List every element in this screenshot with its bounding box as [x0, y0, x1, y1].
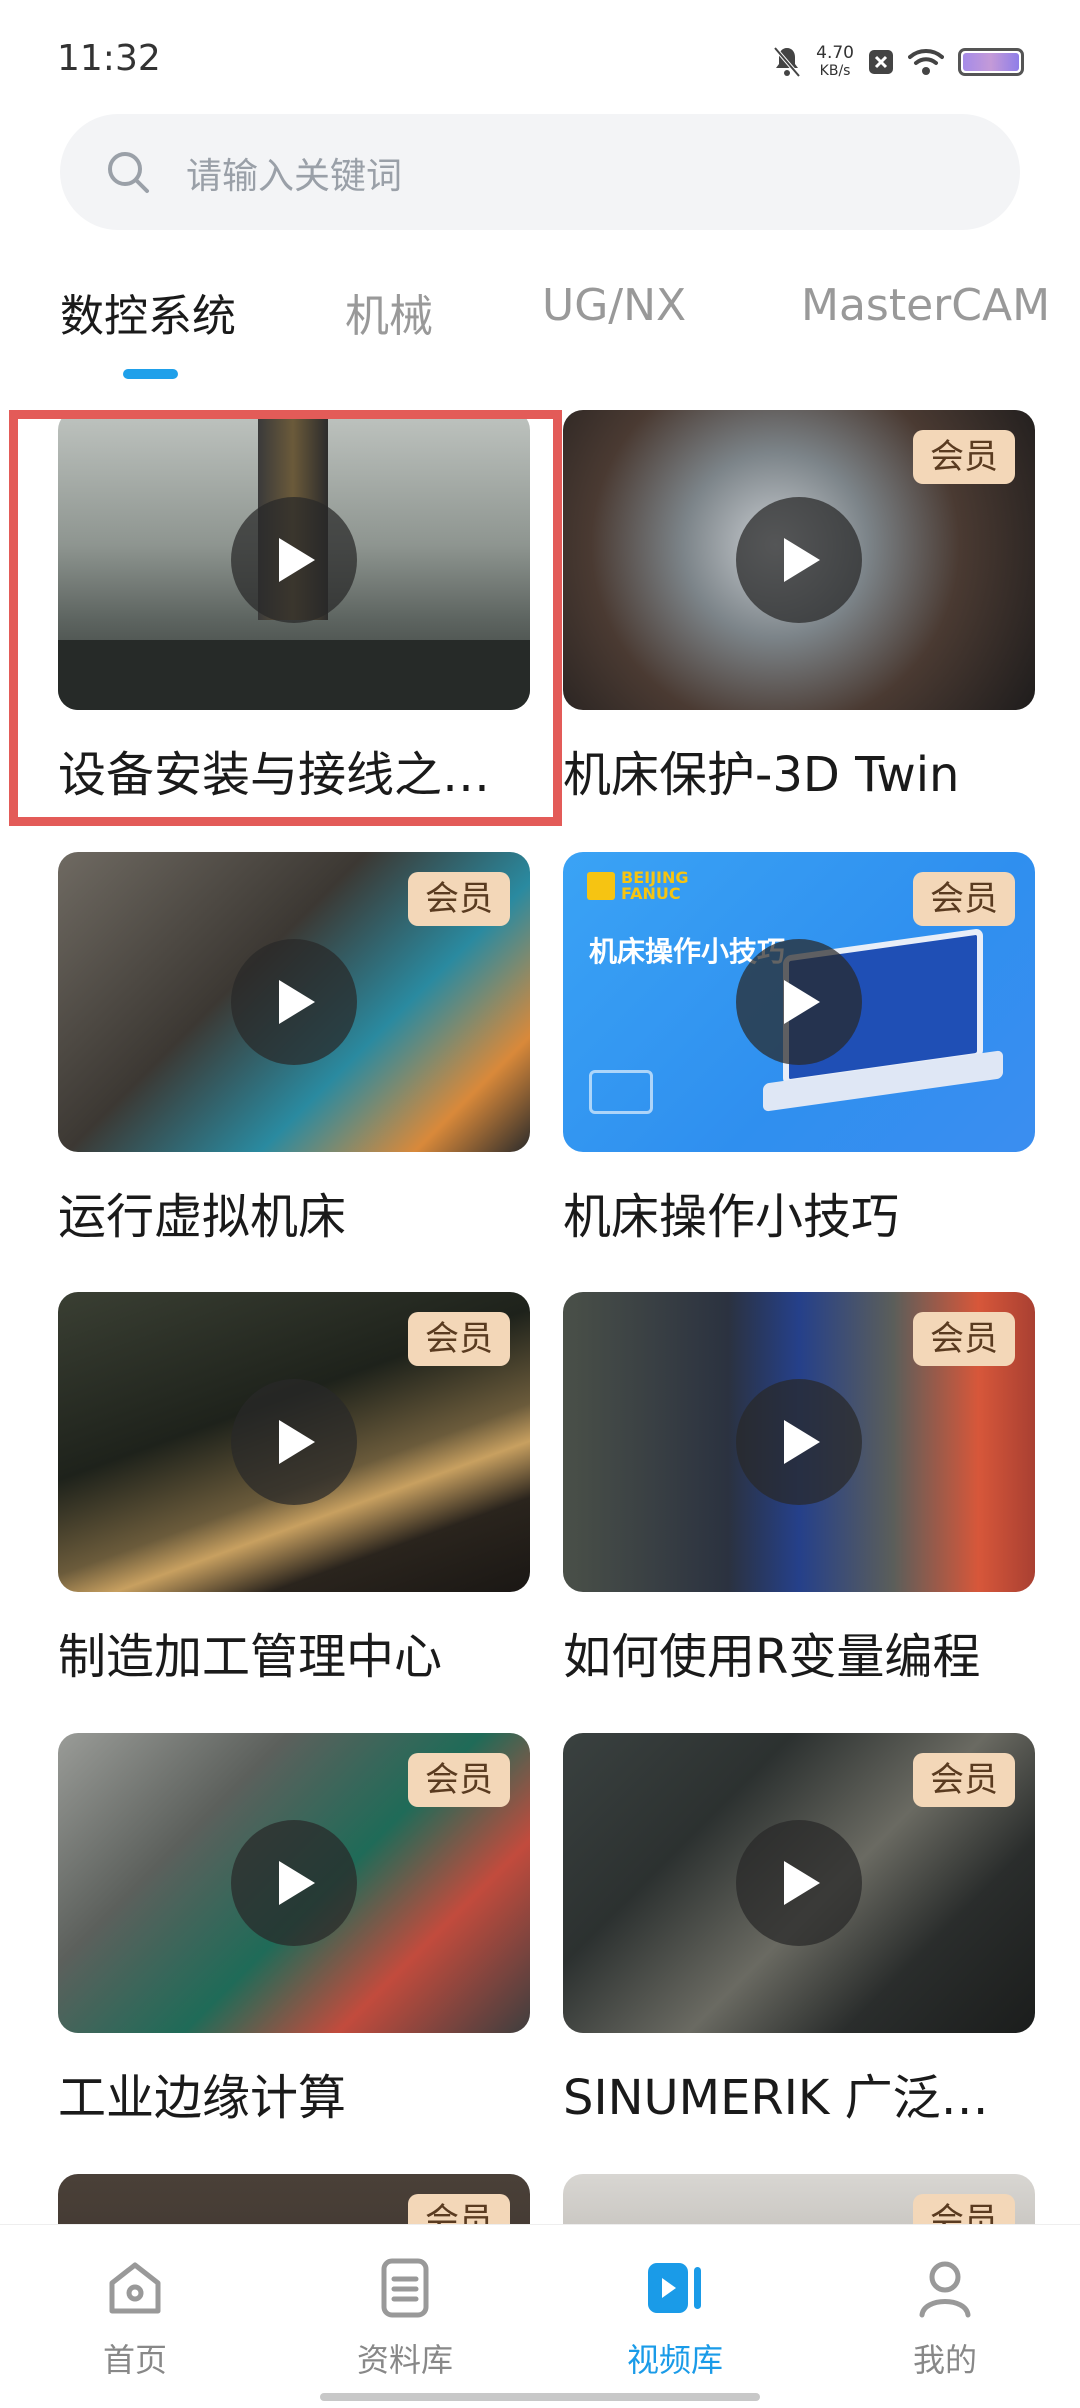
play-button[interactable]: [231, 1379, 357, 1505]
vip-badge: 会员: [408, 1753, 510, 1807]
nav-video-library[interactable]: 视频库: [595, 2253, 755, 2381]
play-icon: [279, 1420, 315, 1464]
play-icon: [279, 1861, 315, 1905]
thumb-brand-text: BEIJING FANUC: [621, 868, 689, 903]
video-title: 机床操作小技巧: [563, 1189, 900, 1245]
video-title: 工业边缘计算: [58, 2070, 347, 2126]
video-thumbnail: 会员: [563, 1292, 1035, 1592]
battery-icon: [958, 48, 1024, 76]
search-icon: [108, 152, 149, 193]
video-thumbnail: 会员: [58, 852, 530, 1152]
vip-badge: 会员: [408, 872, 510, 926]
active-tab-indicator: [123, 369, 178, 379]
nav-video-library-label: 视频库: [626, 2341, 723, 2379]
status-time: 11:32: [57, 38, 161, 79]
play-icon: [784, 1861, 820, 1905]
play-button[interactable]: [736, 1379, 862, 1505]
play-icon: [784, 538, 820, 582]
tab-mastercam[interactable]: MasterCAM: [801, 280, 1050, 331]
thumb-brand-logo: BEIJING FANUC: [587, 870, 711, 902]
video-icon: [648, 2263, 701, 2313]
search-input[interactable]: 请输入关键词: [60, 114, 1020, 230]
video-title: 机床保护-3D Twin: [563, 747, 960, 803]
nav-library[interactable]: 资料库: [325, 2253, 485, 2381]
document-icon: [381, 2258, 429, 2318]
tab-cnc-system[interactable]: 数控系统: [60, 280, 236, 344]
play-icon: [279, 980, 315, 1024]
play-button[interactable]: [736, 939, 862, 1065]
nav-home-label: 首页: [102, 2341, 167, 2379]
video-title: 制造加工管理中心: [58, 1629, 443, 1685]
nav-library-label: 资料库: [356, 2341, 453, 2379]
mute-bell-icon: [773, 46, 801, 78]
video-thumbnail: 会员: [563, 1733, 1035, 2033]
net-speed: 4.70 KB/s: [816, 44, 854, 80]
play-button[interactable]: [736, 1820, 862, 1946]
vip-badge: 会员: [913, 872, 1015, 926]
profile-icon: [919, 2261, 971, 2318]
video-thumbnail: 会员: [58, 1292, 530, 1592]
play-button[interactable]: [231, 1820, 357, 1946]
net-speed-unit: KB/s: [819, 63, 851, 79]
play-icon: [784, 980, 820, 1024]
video-title: 运行虚拟机床: [58, 1189, 347, 1245]
tab-machinery[interactable]: 机械: [345, 280, 433, 344]
vip-badge: 会员: [913, 1753, 1015, 1807]
bottom-nav: 首页 资料库 视频库 我的: [0, 2224, 1080, 2408]
selection-highlight: [9, 410, 562, 826]
nav-profile[interactable]: 我的: [865, 2253, 1025, 2381]
play-button[interactable]: [231, 939, 357, 1065]
video-title: SINUMERIK 广泛…: [563, 2070, 989, 2126]
nav-profile-label: 我的: [912, 2341, 977, 2379]
home-icon: [109, 2262, 161, 2314]
wifi-icon: [908, 49, 944, 75]
nav-home[interactable]: 首页: [55, 2253, 215, 2381]
notification-icon: [869, 50, 893, 74]
category-tabs: 数控系统 机械 UG/NX MasterCAM: [0, 260, 1080, 380]
search-placeholder: 请输入关键词: [186, 156, 403, 197]
video-thumbnail: BEIJING FANUC 机床操作小技巧 会员: [563, 852, 1035, 1152]
vip-badge: 会员: [408, 1312, 510, 1366]
video-thumbnail: 会员: [563, 410, 1035, 710]
status-bar: 11:32 4.70 KB/s: [0, 0, 1080, 120]
vip-badge: 会员: [913, 430, 1015, 484]
tab-ug-nx[interactable]: UG/NX: [542, 280, 686, 331]
status-icons: 4.70 KB/s: [772, 40, 1024, 84]
video-thumbnail: 会员: [58, 1733, 530, 2033]
video-title: 如何使用R变量编程: [563, 1629, 981, 1685]
play-button[interactable]: [736, 497, 862, 623]
net-speed-value: 4.70: [816, 43, 854, 63]
vip-badge: 会员: [913, 1312, 1015, 1366]
home-indicator[interactable]: [320, 2393, 760, 2401]
play-icon: [784, 1420, 820, 1464]
